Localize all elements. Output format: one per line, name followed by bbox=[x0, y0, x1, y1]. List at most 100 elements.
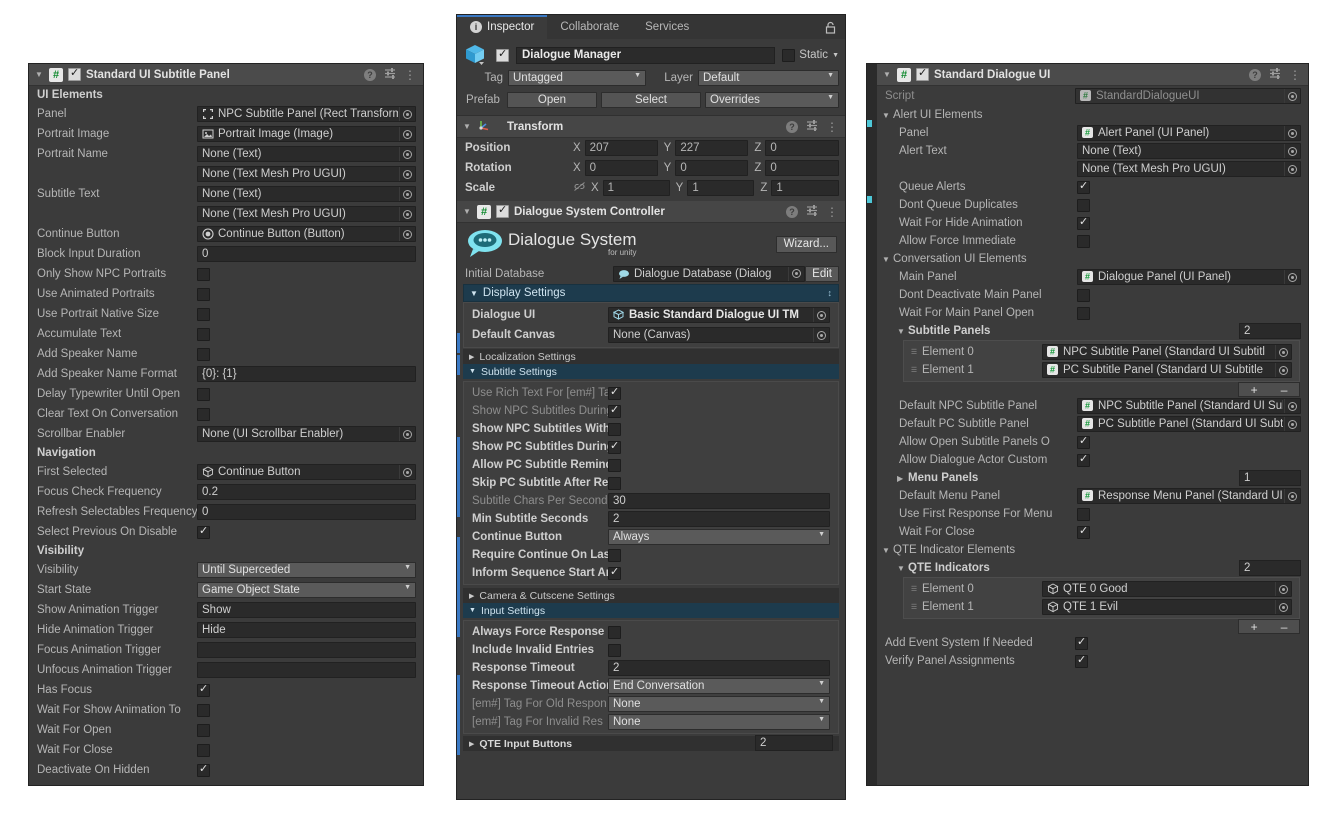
object-field[interactable]: None (Text Mesh Pro UGUI) bbox=[1077, 161, 1301, 177]
text-field[interactable]: Show bbox=[197, 602, 416, 618]
dialogue-ui-field[interactable]: Basic Standard Dialogue UI TM bbox=[608, 307, 830, 323]
checkbox[interactable] bbox=[197, 723, 210, 737]
checkbox[interactable] bbox=[197, 743, 210, 757]
checkbox[interactable] bbox=[197, 327, 210, 341]
component-header-standard-dialogue-ui[interactable]: ▼ # Standard Dialogue UI ? ⋮ bbox=[877, 64, 1308, 86]
object-field[interactable]: None (UI Scrollbar Enabler) bbox=[197, 426, 416, 442]
array-size-field[interactable]: 2 bbox=[1239, 560, 1301, 576]
foldout-arrow-icon[interactable]: ▼ bbox=[897, 327, 908, 336]
help-icon[interactable]: ? bbox=[1249, 68, 1261, 81]
checkbox[interactable] bbox=[608, 566, 621, 580]
object-field[interactable]: None (Text Mesh Pro UGUI) bbox=[197, 166, 416, 182]
foldout-arrow-icon[interactable]: ▼ bbox=[897, 564, 908, 573]
object-picker-icon[interactable] bbox=[1275, 600, 1291, 614]
object-picker-icon[interactable] bbox=[399, 147, 415, 161]
axis-value-field[interactable]: 0 bbox=[765, 160, 840, 176]
sort-icon[interactable]: ↕ bbox=[828, 288, 833, 298]
preset-icon[interactable] bbox=[384, 67, 396, 82]
object-field[interactable]: # NPC Subtitle Panel (Standard UI Subtitl… bbox=[1077, 398, 1301, 414]
object-field[interactable]: Portrait Image (Image) bbox=[197, 126, 416, 142]
preset-icon[interactable] bbox=[806, 119, 818, 134]
dropdown-field[interactable]: Always bbox=[608, 529, 830, 545]
foldout-arrow-icon[interactable]: ▼ bbox=[462, 122, 472, 131]
object-field[interactable]: None (Text Mesh Pro UGUI) bbox=[197, 206, 416, 222]
object-picker-icon[interactable] bbox=[1284, 162, 1300, 176]
text-field[interactable]: 30 bbox=[608, 493, 830, 509]
object-picker-icon[interactable] bbox=[1284, 144, 1300, 158]
object-field[interactable]: # NPC Subtitle Panel (Standard UI Subtitl bbox=[1042, 344, 1292, 360]
checkbox[interactable] bbox=[197, 267, 210, 281]
subtitle-settings-foldout[interactable]: ▼ Subtitle Settings bbox=[463, 364, 839, 379]
edit-button[interactable]: Edit bbox=[805, 265, 839, 282]
object-field[interactable]: NPC Subtitle Panel (Rect Transform bbox=[197, 106, 416, 122]
more-menu-icon[interactable]: ⋮ bbox=[1289, 69, 1301, 81]
preset-icon[interactable] bbox=[1269, 67, 1281, 82]
display-settings-foldout[interactable]: ▼ Display Settings ↕ bbox=[463, 284, 839, 302]
component-enabled-checkbox[interactable] bbox=[68, 67, 81, 81]
axis-value-field[interactable]: 227 bbox=[675, 140, 749, 156]
tab-inspector[interactable]: i Inspector bbox=[457, 15, 548, 39]
object-picker-icon[interactable] bbox=[1284, 126, 1300, 140]
object-field[interactable]: # Dialogue Panel (UI Panel) bbox=[1077, 269, 1301, 285]
preset-icon[interactable] bbox=[806, 204, 818, 219]
object-picker-icon[interactable] bbox=[399, 427, 415, 441]
object-picker-icon[interactable] bbox=[399, 465, 415, 479]
dropdown-field[interactable]: End Conversation bbox=[608, 678, 830, 694]
text-field[interactable]: 2 bbox=[608, 660, 830, 676]
foldout-arrow-icon[interactable]: ▼ bbox=[882, 70, 892, 79]
wizard-button[interactable]: Wizard... bbox=[775, 235, 837, 253]
object-picker-icon[interactable] bbox=[399, 187, 415, 201]
qte-input-buttons-count[interactable]: 2 bbox=[755, 735, 833, 751]
array-add-button[interactable]: + bbox=[1251, 383, 1258, 397]
chevron-down-icon[interactable]: ▼ bbox=[832, 52, 839, 59]
help-icon[interactable]: ? bbox=[786, 120, 798, 133]
unlink-icon[interactable] bbox=[573, 181, 586, 195]
text-field[interactable]: 0.2 bbox=[197, 484, 416, 500]
object-picker-icon[interactable] bbox=[399, 227, 415, 241]
object-picker-icon[interactable] bbox=[1284, 399, 1300, 413]
checkbox[interactable] bbox=[1077, 180, 1090, 194]
initial-database-field[interactable]: Dialogue Database (Dialog bbox=[613, 265, 806, 282]
object-field[interactable]: Continue Button (Button) bbox=[197, 226, 416, 242]
object-picker-icon[interactable] bbox=[399, 127, 415, 141]
text-field[interactable]: 0 bbox=[197, 504, 416, 520]
object-field[interactable]: QTE 1 Evil bbox=[1042, 599, 1292, 615]
array-size-field[interactable]: 2 bbox=[1239, 323, 1301, 339]
checkbox[interactable] bbox=[197, 387, 210, 401]
dropdown-field[interactable]: None bbox=[608, 696, 830, 712]
qte-input-buttons-foldout[interactable]: ▶ QTE Input Buttons 2 bbox=[463, 735, 839, 751]
text-field[interactable]: {0}: {1} bbox=[197, 366, 416, 382]
component-header-subtitle-panel[interactable]: ▼ # Standard UI Subtitle Panel ? ⋮ bbox=[29, 64, 423, 86]
checkbox[interactable] bbox=[608, 625, 621, 639]
object-picker-icon[interactable] bbox=[1275, 363, 1291, 377]
help-icon[interactable]: ? bbox=[364, 68, 376, 81]
object-field[interactable]: None (Text) bbox=[197, 146, 416, 162]
default-canvas-field[interactable]: None (Canvas) bbox=[608, 327, 830, 343]
layer-dropdown[interactable]: Default bbox=[698, 70, 839, 86]
camera-settings-foldout[interactable]: ▶ Camera & Cutscene Settings bbox=[463, 588, 839, 603]
axis-value-field[interactable]: 1 bbox=[687, 180, 755, 196]
axis-value-field[interactable]: 1 bbox=[602, 180, 670, 196]
more-menu-icon[interactable]: ⋮ bbox=[404, 69, 416, 81]
checkbox[interactable] bbox=[197, 347, 210, 361]
checkbox[interactable] bbox=[1077, 216, 1090, 230]
dropdown-field[interactable]: None bbox=[608, 714, 830, 730]
axis-value-field[interactable]: 1 bbox=[771, 180, 840, 196]
foldout-arrow-collapsed-icon[interactable]: ▶ bbox=[897, 474, 908, 483]
checkbox[interactable] bbox=[1077, 288, 1090, 302]
drag-handle-icon[interactable]: ☰ bbox=[906, 585, 922, 593]
component-enabled-checkbox[interactable] bbox=[496, 204, 509, 218]
array-foldout-row[interactable]: ▶ Menu Panels 1 bbox=[877, 469, 1308, 487]
text-field[interactable]: 2 bbox=[608, 511, 830, 527]
dropdown-field[interactable]: Until Superceded bbox=[197, 562, 416, 578]
dropdown-field[interactable]: Game Object State bbox=[197, 582, 416, 598]
static-checkbox[interactable] bbox=[782, 48, 796, 62]
more-menu-icon[interactable]: ⋮ bbox=[826, 121, 838, 133]
checkbox[interactable] bbox=[1077, 507, 1090, 521]
checkbox[interactable] bbox=[608, 643, 621, 657]
checkbox[interactable] bbox=[1077, 525, 1090, 539]
object-picker-icon[interactable] bbox=[813, 308, 829, 322]
text-field[interactable]: 0 bbox=[197, 246, 416, 262]
object-picker-icon[interactable] bbox=[399, 107, 415, 121]
array-remove-button[interactable]: – bbox=[1281, 383, 1288, 397]
